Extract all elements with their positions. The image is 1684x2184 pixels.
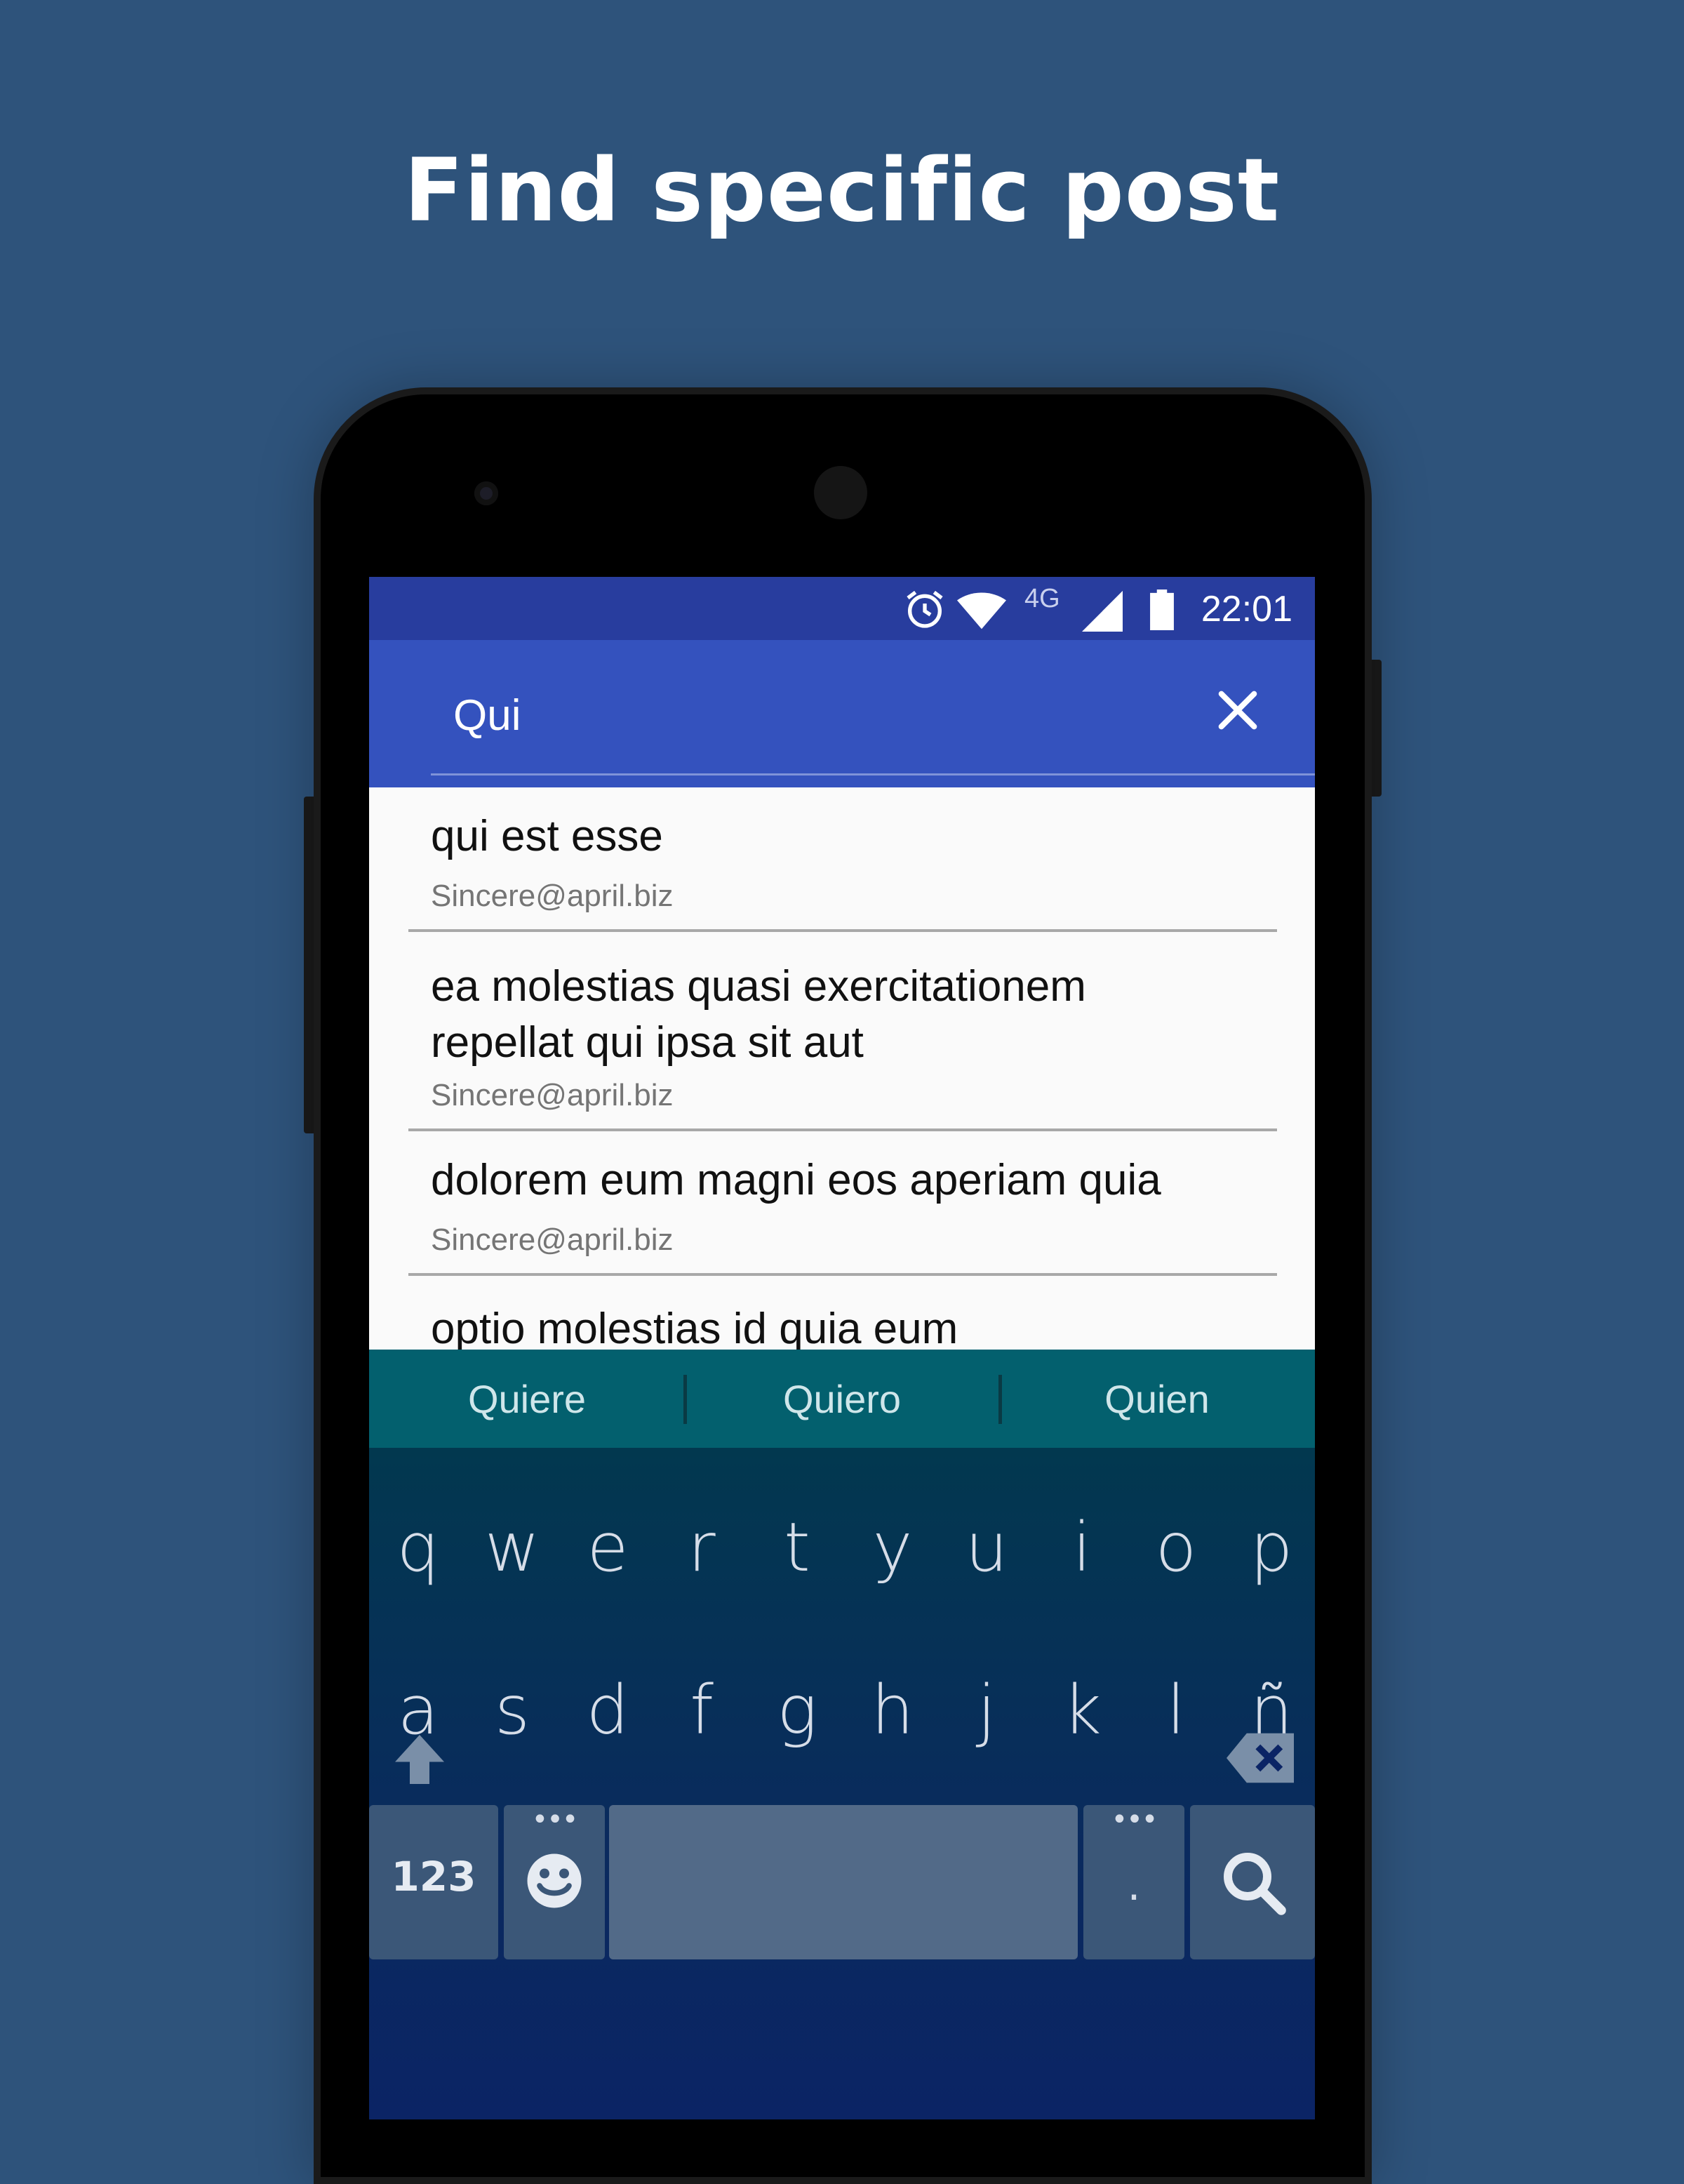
key-t[interactable]: t (755, 1508, 839, 1587)
space-key[interactable] (609, 1805, 1078, 1959)
result-item[interactable]: qui est esse Sincere@april.biz (408, 787, 1277, 932)
close-icon[interactable] (1210, 682, 1266, 738)
key-s[interactable]: s (470, 1671, 554, 1750)
backspace-icon[interactable] (1227, 1731, 1294, 1785)
wifi-icon (957, 592, 1006, 630)
search-key[interactable] (1190, 1805, 1315, 1959)
search-bar: Qui (369, 640, 1315, 787)
key-h[interactable]: h (850, 1671, 935, 1750)
shift-icon[interactable] (390, 1730, 449, 1789)
search-icon (1224, 1853, 1286, 1915)
more-options-icon: ••• (1111, 1804, 1158, 1836)
key-g[interactable]: g (755, 1671, 839, 1750)
result-title: dolorem eum magni eos aperiam quia (431, 1156, 1161, 1204)
emoji-icon (527, 1853, 582, 1908)
suggestion-strip: Quiere Quiero Quien (369, 1350, 1315, 1448)
status-time: 22:01 (1201, 589, 1292, 630)
phone-screen: 4G 22:01 Qui qui est esse Sincere@april.… (369, 577, 1315, 2119)
front-camera (474, 481, 498, 505)
earpiece-speaker (814, 466, 867, 519)
period-key-label: . (1127, 1861, 1141, 1910)
period-key[interactable]: ••• . (1083, 1804, 1184, 1959)
more-options-icon: ••• (531, 1804, 579, 1836)
key-y[interactable]: y (850, 1508, 935, 1587)
page-headline: Find specific post (403, 140, 1281, 241)
emoji-key[interactable]: ••• (504, 1804, 605, 1959)
cell-signal-icon (1082, 591, 1123, 632)
key-l[interactable]: l (1134, 1671, 1218, 1750)
key-r[interactable]: r (660, 1508, 744, 1587)
key-o[interactable]: o (1134, 1508, 1218, 1587)
key-u[interactable]: u (944, 1508, 1029, 1587)
alarm-icon (907, 590, 943, 628)
key-d[interactable]: d (566, 1671, 650, 1750)
key-w[interactable]: w (470, 1508, 554, 1587)
key-i[interactable]: i (1040, 1508, 1124, 1587)
key-p[interactable]: p (1229, 1508, 1314, 1587)
search-input-underline (431, 773, 1315, 775)
result-item[interactable]: dolorem eum magni eos aperiam quia Since… (408, 1131, 1277, 1276)
suggestion-3[interactable]: Quien (999, 1376, 1315, 1422)
result-email: Sincere@april.biz (431, 879, 674, 913)
result-title: ea molestias quasi exercitationem repell… (431, 962, 1086, 1067)
result-item[interactable]: ea molestias quasi exercitationem repell… (408, 932, 1277, 1131)
phone-power-button (1370, 660, 1382, 797)
result-email: Sincere@april.biz (431, 1078, 674, 1112)
result-title: qui est esse (431, 812, 663, 860)
suggestion-2[interactable]: Quiero (684, 1376, 1000, 1422)
suggestion-1[interactable]: Quiere (369, 1376, 685, 1422)
key-j[interactable]: j (944, 1671, 1029, 1750)
result-item[interactable]: optio molestias id quia eum (408, 1276, 1277, 1360)
key-f[interactable]: f (660, 1671, 744, 1750)
result-title: optio molestias id quia eum (431, 1305, 958, 1353)
battery-icon (1150, 590, 1174, 630)
numbers-key-label: 123 (391, 1853, 476, 1900)
network-type-label: 4G (1024, 584, 1060, 613)
status-bar: 4G 22:01 (369, 577, 1315, 640)
numbers-key[interactable]: 123 (369, 1805, 498, 1959)
key-k[interactable]: k (1040, 1671, 1124, 1750)
key-q[interactable]: q (376, 1508, 460, 1587)
soft-keyboard: q w e r t y u i o p a s d f g h j k l ñ … (369, 1448, 1315, 2119)
result-email: Sincere@april.biz (431, 1223, 674, 1257)
key-e[interactable]: e (566, 1508, 650, 1587)
search-input[interactable]: Qui (453, 691, 521, 740)
